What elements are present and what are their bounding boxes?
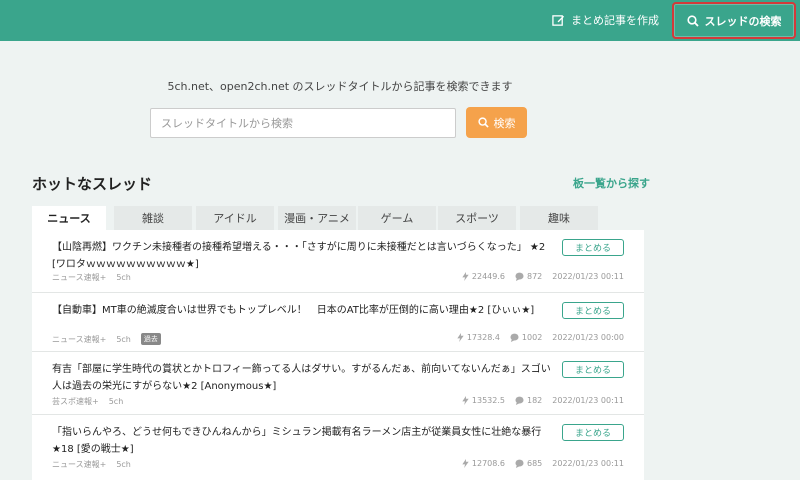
summarize-button[interactable]: まとめる <box>562 424 624 441</box>
search-input[interactable] <box>150 108 456 138</box>
thread-meta: ニュース速報+ 5ch <box>52 459 131 470</box>
summarize-button[interactable]: まとめる <box>562 361 624 378</box>
search-description: 5ch.net、open2ch.net のスレッドタイトルから記事を検索できます <box>167 80 513 93</box>
comment-count: 182 <box>527 396 543 405</box>
thread-date: 2022/01/23 00:00 <box>552 333 624 342</box>
thread-title[interactable]: 有吉「部屋に学生時代の賞状とかトロフィー飾ってる人はダサい。すがるんだぁ、前向い… <box>52 361 557 395</box>
tab-manga-anime[interactable]: 漫画・アニメ <box>278 206 356 230</box>
browse-boards-link[interactable]: 板一覧から探す <box>573 175 650 191</box>
thread-row: 有吉「部屋に学生時代の賞状とかトロフィー飾ってる人はダサい。すがるんだぁ、前向い… <box>32 352 644 415</box>
comment-icon <box>510 333 519 342</box>
thread-meta: ニュース速報+ 5ch <box>52 272 131 283</box>
thread-title[interactable]: 【自動車】MT車の絶滅度合いは世界でもトップレベル！ 日本のAT比率が圧倒的に高… <box>52 302 557 319</box>
thread-row: 【自動車】MT車の絶滅度合いは世界でもトップレベル！ 日本のAT比率が圧倒的に高… <box>32 293 644 352</box>
board-name: 芸スポ速報+ <box>52 397 99 406</box>
search-button-label: 検索 <box>493 116 516 130</box>
site-name: 5ch <box>116 273 131 282</box>
tab-chat[interactable]: 雑談 <box>114 206 192 230</box>
site-name: 5ch <box>116 460 131 469</box>
lightning-icon <box>462 272 469 281</box>
search-icon <box>686 14 699 27</box>
thread-title[interactable]: 「指いらんやろ、どうせ何もできひんねんから」ミシュラン掲載有名ラーメン店主が従業… <box>52 424 557 458</box>
create-article-link[interactable]: まとめ記事を作成 <box>552 11 659 29</box>
lightning-icon <box>462 459 469 468</box>
category-tabs: ニュース 雑談 アイドル 漫画・アニメ ゲーム スポーツ 趣味 <box>32 206 644 230</box>
thread-meta: ニュース速報+ 5ch 過去 <box>52 333 161 345</box>
thread-stats: 12708.6 685 2022/01/23 00:11 <box>462 459 624 468</box>
thread-date: 2022/01/23 00:11 <box>552 396 624 405</box>
thread-title[interactable]: 【山陰再燃】ワクチン未接種者の接種希望増える・・・「さすがに周りに未接種だとは言… <box>52 239 557 273</box>
board-name: ニュース速報+ <box>52 460 107 469</box>
thread-row: 「指いらんやろ、どうせ何もできひんねんから」ミシュラン掲載有名ラーメン店主が従業… <box>32 415 644 480</box>
lightning-icon <box>457 333 464 342</box>
board-name: ニュース速報+ <box>52 334 107 344</box>
site-name: 5ch <box>116 334 131 344</box>
thread-search-label: スレッドの検索 <box>704 14 782 28</box>
thread-date: 2022/01/23 00:11 <box>552 272 624 281</box>
comment-count: 872 <box>527 272 543 281</box>
thread-speed: 17328.4 <box>466 333 500 342</box>
thread-row: 【山陰再燃】ワクチン未接種者の接種希望増える・・・「さすがに周りに未接種だとは言… <box>32 230 644 293</box>
site-name: 5ch <box>108 397 124 406</box>
thread-speed: 22449.6 <box>471 272 505 281</box>
hot-threads-title: ホットなスレッド <box>32 175 153 193</box>
thread-speed: 12708.6 <box>471 459 505 468</box>
tab-hobby[interactable]: 趣味 <box>520 206 598 230</box>
comment-icon <box>515 459 524 468</box>
board-name: ニュース速報+ <box>52 273 107 282</box>
thread-meta: 芸スポ速報+ 5ch <box>52 396 123 407</box>
thread-stats: 17328.4 1002 2022/01/23 00:00 <box>457 333 624 342</box>
thread-stats: 22449.6 872 2022/01/23 00:11 <box>462 272 624 281</box>
summarize-button[interactable]: まとめる <box>562 302 624 319</box>
tab-news[interactable]: ニュース <box>32 206 106 230</box>
comment-icon <box>515 396 524 405</box>
search-button[interactable]: 検索 <box>466 107 527 138</box>
lightning-icon <box>462 396 469 405</box>
tab-sports[interactable]: スポーツ <box>438 206 516 230</box>
summarize-button[interactable]: まとめる <box>562 239 624 256</box>
thread-stats: 13532.5 182 2022/01/23 00:11 <box>462 396 624 405</box>
search-icon <box>477 117 489 128</box>
tab-idol[interactable]: アイドル <box>196 206 274 230</box>
create-article-label: まとめ記事を作成 <box>571 14 659 27</box>
thread-speed: 13532.5 <box>471 396 505 405</box>
comment-icon <box>515 272 524 281</box>
thread-list: 【山陰再燃】ワクチン未接種者の接種希望増える・・・「さすがに周りに未接種だとは言… <box>32 230 644 480</box>
comment-count: 685 <box>527 459 543 468</box>
tab-game[interactable]: ゲーム <box>358 206 436 230</box>
edit-icon <box>552 14 565 27</box>
archived-badge: 過去 <box>140 333 161 345</box>
top-header: まとめ記事を作成 スレッドの検索 <box>0 0 800 41</box>
comment-count: 1002 <box>521 333 543 342</box>
thread-date: 2022/01/23 00:11 <box>552 459 624 468</box>
thread-search-button[interactable]: スレッドの検索 <box>672 2 796 39</box>
